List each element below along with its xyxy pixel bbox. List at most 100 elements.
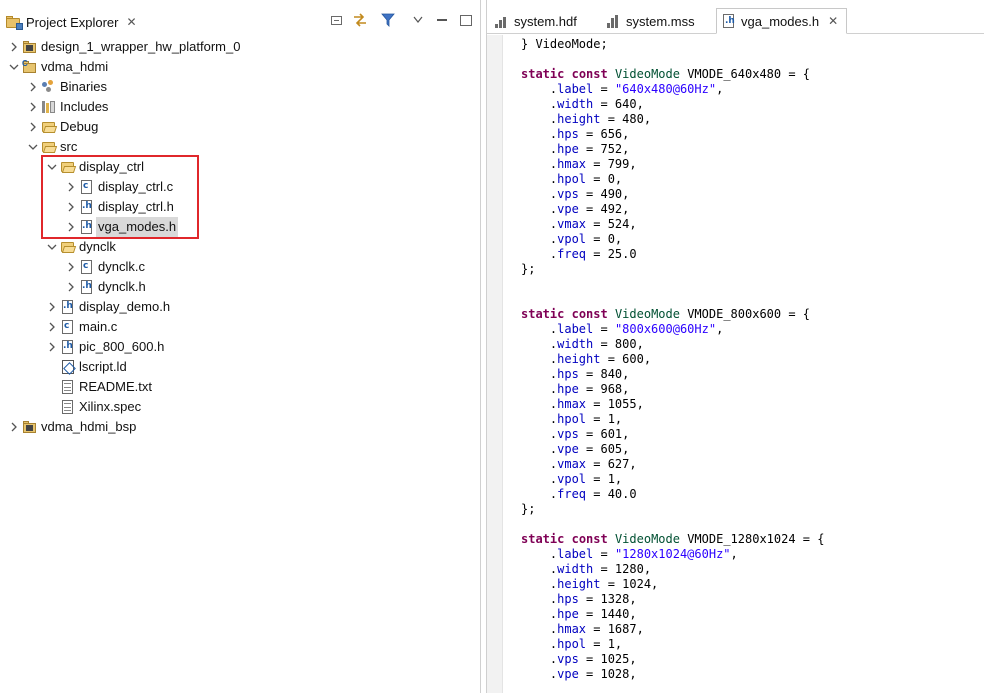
minimize-icon[interactable]: [434, 12, 450, 28]
chevron-right-icon[interactable]: [8, 417, 20, 437]
code-line: .hmax = 1055,: [521, 397, 981, 412]
code-token: .: [521, 472, 558, 486]
code-token: .: [521, 667, 558, 681]
code-token: vpe: [557, 667, 579, 681]
code-token: width: [557, 562, 594, 576]
tree-item[interactable]: README.txt: [46, 377, 152, 397]
tab-system-hdf[interactable]: system.hdf: [489, 8, 585, 34]
code-token: = 1,: [586, 637, 623, 651]
code-token: label: [557, 322, 594, 336]
code-token: = 1024,: [600, 577, 659, 591]
tree-item-label: design_1_wrapper_hw_platform_0: [41, 39, 241, 54]
tree-item[interactable]: Debug: [27, 117, 98, 137]
close-icon[interactable]: ✕: [126, 15, 136, 29]
chevron-right-icon[interactable]: [46, 317, 58, 337]
spec-file-icon: [60, 399, 76, 415]
code-token: ,: [730, 547, 738, 561]
tree-item[interactable]: .h dynclk.h: [65, 277, 146, 297]
code-editor[interactable]: } VideoMode; static const VideoMode VMODE…: [521, 37, 981, 682]
code-token: };: [521, 502, 536, 516]
tree-item[interactable]: design_1_wrapper_hw_platform_0: [8, 37, 240, 57]
tree-item-label: README.txt: [79, 379, 152, 394]
linker-script-icon: [60, 359, 76, 375]
code-line: .hpol = 1,: [521, 637, 981, 652]
filter-icon[interactable]: [380, 12, 396, 28]
c-file-icon: c: [60, 319, 76, 335]
source-folder-icon: [41, 139, 58, 155]
code-token: = 480,: [600, 112, 652, 126]
tree-item-label: lscript.ld: [79, 359, 127, 374]
code-line: } VideoMode;: [521, 37, 981, 52]
code-token: "640x480@60Hz": [614, 82, 717, 96]
code-token: hpe: [557, 607, 579, 621]
code-token: = 656,: [578, 127, 630, 141]
chevron-down-icon[interactable]: [46, 237, 58, 257]
tree-item[interactable]: c main.c: [46, 317, 117, 337]
code-line: .hps = 840,: [521, 367, 981, 382]
code-token: VMODE_640x480 = {: [679, 67, 811, 81]
h-file-icon: .h: [723, 13, 735, 28]
code-line: static const VideoMode VMODE_640x480 = {: [521, 67, 981, 82]
code-token: VideoMode: [614, 67, 680, 81]
hw-platform-icon: [22, 39, 38, 55]
tab-vga-modes-h[interactable]: .h vga_modes.h ✕: [716, 8, 848, 34]
tree-item[interactable]: Cvdma_hdmi: [8, 57, 108, 77]
code-line: .vps = 601,: [521, 427, 981, 442]
tree-item[interactable]: .h pic_800_600.h: [46, 337, 164, 357]
code-token: ,: [716, 322, 724, 336]
chevron-down-icon[interactable]: [8, 57, 20, 77]
chevron-right-icon[interactable]: [65, 257, 77, 277]
chevron-right-icon[interactable]: [46, 337, 58, 357]
tree-item-label: Includes: [60, 99, 109, 114]
view-menu-icon[interactable]: [410, 12, 426, 28]
tree-item[interactable]: Includes: [27, 97, 108, 117]
chevron-right-icon[interactable]: [46, 297, 58, 317]
tree-item[interactable]: c dynclk.c: [65, 257, 145, 277]
tab-system-mss[interactable]: system.mss: [601, 8, 703, 34]
chevron-right-icon[interactable]: [8, 37, 20, 57]
code-line: .vpe = 1028,: [521, 667, 981, 682]
code-token: vps: [557, 187, 579, 201]
code-token: = 490,: [578, 187, 630, 201]
code-token: freq: [557, 487, 587, 501]
chevron-right-icon[interactable]: [27, 77, 39, 97]
chevron-right-icon[interactable]: [27, 97, 39, 117]
code-token: .: [521, 97, 558, 111]
code-token: = 1055,: [586, 397, 644, 411]
binaries-icon: [41, 79, 57, 95]
project-explorer-tab[interactable]: Project Explorer ✕: [6, 11, 137, 33]
link-with-editor-icon[interactable]: [352, 12, 368, 28]
tree-item[interactable]: src: [27, 137, 77, 157]
code-line: .height = 480,: [521, 112, 981, 127]
tree-item[interactable]: .h display_demo.h: [46, 297, 170, 317]
code-line: .vpe = 605,: [521, 442, 981, 457]
tree-item[interactable]: dynclk: [46, 237, 116, 257]
tab-label: system.mss: [626, 13, 695, 29]
code-token: .: [521, 652, 558, 666]
tree-item[interactable]: Xilinx.spec: [46, 397, 141, 417]
tree-item[interactable]: Binaries: [27, 77, 107, 97]
project-explorer-icon: [6, 15, 23, 30]
code-token: .: [521, 442, 558, 456]
code-line: .vpol = 0,: [521, 232, 981, 247]
maximize-icon[interactable]: [458, 12, 474, 28]
code-token: .: [521, 367, 558, 381]
code-token: freq: [557, 247, 587, 261]
code-token: .: [521, 592, 558, 606]
tree-item[interactable]: lscript.ld: [46, 357, 127, 377]
code-token: .: [521, 547, 558, 561]
tree-item[interactable]: vdma_hdmi_bsp: [8, 417, 136, 437]
close-icon[interactable]: ✕: [828, 14, 838, 28]
code-token: = 800,: [593, 337, 644, 351]
tab-label: system.hdf: [514, 13, 577, 29]
code-token: .: [521, 217, 558, 231]
code-token: static: [521, 67, 565, 81]
chevron-down-icon[interactable]: [27, 137, 39, 157]
collapse-all-icon[interactable]: [328, 12, 344, 28]
chevron-right-icon[interactable]: [27, 117, 39, 137]
code-token: = 752,: [578, 142, 630, 156]
chevron-right-icon[interactable]: [65, 277, 77, 297]
